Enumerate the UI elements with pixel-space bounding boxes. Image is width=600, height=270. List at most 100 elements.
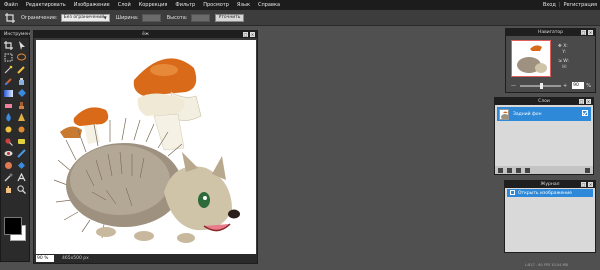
blur-tool-icon[interactable] — [2, 111, 15, 123]
history-item-label: Открыть изображение — [518, 190, 572, 196]
x-label: X: — [563, 44, 568, 49]
history-row[interactable]: Открыть изображение — [507, 189, 593, 197]
menu-bar: Файл Редактировать Изображение Слой Корр… — [0, 0, 600, 10]
fps-readout: L:817 - 60 FPS 10.04 MB — [525, 263, 568, 267]
layer-thumbnail — [499, 108, 509, 120]
eraser-tool-icon[interactable] — [2, 99, 15, 111]
hedgehog-illustration — [53, 58, 240, 243]
navigator-zoom-input[interactable]: 90 — [572, 82, 585, 89]
layer-row[interactable]: Задний фон — [497, 107, 591, 121]
minimize-icon[interactable]: □ — [581, 182, 586, 187]
move-tool-icon[interactable] — [15, 39, 28, 51]
navigator-thumbnail[interactable] — [511, 40, 551, 77]
zoom-in-icon[interactable]: + — [563, 83, 567, 89]
menu-view[interactable]: Просмотр — [199, 2, 233, 8]
foreground-color-swatch[interactable] — [4, 217, 22, 235]
document-titlebar[interactable]: ёж □ × — [34, 31, 257, 38]
menu-edit[interactable]: Редактировать — [22, 2, 70, 8]
width-input[interactable] — [141, 13, 161, 22]
picker-tool-icon[interactable] — [2, 171, 15, 183]
spot-heal-tool-icon[interactable] — [15, 147, 28, 159]
marquee-tool-icon[interactable] — [2, 51, 15, 63]
gradient-tool-icon[interactable] — [2, 87, 15, 99]
text-tool-icon[interactable] — [15, 171, 28, 183]
fill-tool-icon[interactable] — [15, 87, 28, 99]
redeye-tool-icon[interactable] — [2, 147, 15, 159]
menu-help[interactable]: Справка — [254, 2, 284, 8]
layer-style-icon[interactable] — [498, 167, 503, 173]
sponge-tool-icon[interactable] — [15, 135, 28, 147]
close-icon[interactable]: × — [250, 32, 255, 37]
open-file-icon — [510, 189, 515, 197]
h-label: H: — [562, 65, 568, 70]
y-label: Y: — [562, 50, 566, 55]
resize-icon: ⇲ — [558, 59, 562, 64]
history-titlebar[interactable]: Журнал □ × — [505, 181, 595, 188]
refine-button[interactable]: Уточнить — [214, 13, 245, 22]
tool-grid — [1, 38, 29, 196]
navigator-zoom-bar: — + 90 % — [511, 81, 591, 90]
dodge-tool-icon[interactable] — [2, 123, 15, 135]
burn-tool-icon[interactable] — [15, 123, 28, 135]
toolbox-title: Инструмен — [1, 31, 30, 38]
menu-language[interactable]: Язык — [233, 2, 254, 8]
wand-tool-icon[interactable] — [2, 63, 15, 75]
close-icon[interactable]: × — [586, 99, 591, 104]
layers-titlebar[interactable]: Слои □ × — [495, 98, 593, 105]
image-dimensions: 465x500 px — [62, 256, 89, 261]
arrows-icon: ✥ — [558, 44, 562, 49]
hand-tool-icon[interactable] — [2, 183, 15, 195]
minimize-icon[interactable]: □ — [579, 99, 584, 104]
layers-panel: Слои □ × Задний фон — [494, 97, 594, 175]
w-label: W: — [563, 59, 569, 64]
zoom-value: 90 — [37, 256, 43, 261]
color-swatches[interactable] — [4, 217, 28, 241]
brush-tool-icon[interactable] — [2, 75, 15, 87]
smudge-tool-icon[interactable] — [2, 135, 15, 147]
pinch-tool-icon[interactable] — [15, 159, 28, 171]
crop-tool-icon[interactable] — [2, 39, 15, 51]
constraint-select[interactable]: Без ограничений ▼ — [60, 13, 110, 22]
options-bar: Ограничение: Без ограничений ▼ Ширина: В… — [0, 10, 600, 26]
menu-file[interactable]: Файл — [0, 2, 22, 8]
zoom-slider[interactable] — [520, 82, 561, 89]
clone-tool-icon[interactable] — [15, 75, 28, 87]
navigator-zoom-unit: % — [586, 82, 591, 89]
menu-filter[interactable]: Фильтр — [171, 2, 199, 8]
layer-mask-icon[interactable] — [507, 167, 512, 173]
zoom-input[interactable]: 90 % — [36, 255, 54, 262]
navigator-titlebar[interactable]: Навигатор □ × — [506, 29, 595, 36]
close-icon[interactable]: × — [588, 182, 593, 187]
layers-footer — [495, 166, 593, 174]
document-statusbar: 90 % 465x500 px — [34, 254, 257, 263]
new-folder-icon[interactable] — [516, 167, 521, 173]
zoom-slider-knob[interactable] — [540, 82, 543, 89]
zoom-tool-icon[interactable] — [15, 183, 28, 195]
image-canvas[interactable] — [36, 40, 256, 255]
sharpen-tool-icon[interactable] — [15, 111, 28, 123]
maximize-icon[interactable]: □ — [243, 32, 248, 37]
history-panel: Журнал □ × Открыть изображение — [504, 180, 596, 253]
history-title: Журнал — [540, 182, 560, 187]
delete-layer-icon[interactable] — [585, 167, 590, 173]
crop-icon — [4, 12, 15, 23]
minimize-icon[interactable]: □ — [581, 30, 586, 35]
navigator-title: Навигатор — [537, 30, 564, 35]
pencil-tool-icon[interactable] — [15, 63, 28, 75]
new-layer-icon[interactable] — [525, 167, 530, 173]
visibility-icon[interactable] — [582, 110, 588, 118]
document-window: ёж □ × 90 % 465x500 px — [33, 30, 258, 264]
bloat-tool-icon[interactable] — [2, 159, 15, 171]
constraint-label: Ограничение: — [21, 14, 58, 21]
menu-image[interactable]: Изображение — [70, 2, 114, 8]
navigator-panel: Навигатор □ × ✥ X: Y: ⇲ W: H: — + 90 % — [505, 28, 596, 93]
height-input[interactable] — [190, 13, 210, 22]
register-link[interactable]: Регистрация — [560, 2, 600, 8]
zoom-out-icon[interactable]: — — [511, 83, 516, 89]
menu-adjustments[interactable]: Коррекция — [135, 2, 172, 8]
close-icon[interactable]: × — [588, 30, 593, 35]
login-link[interactable]: Вход — [540, 2, 559, 8]
menu-layer[interactable]: Слой — [114, 2, 135, 8]
lasso-tool-icon[interactable] — [15, 51, 28, 63]
stamp-tool-icon[interactable] — [15, 99, 28, 111]
